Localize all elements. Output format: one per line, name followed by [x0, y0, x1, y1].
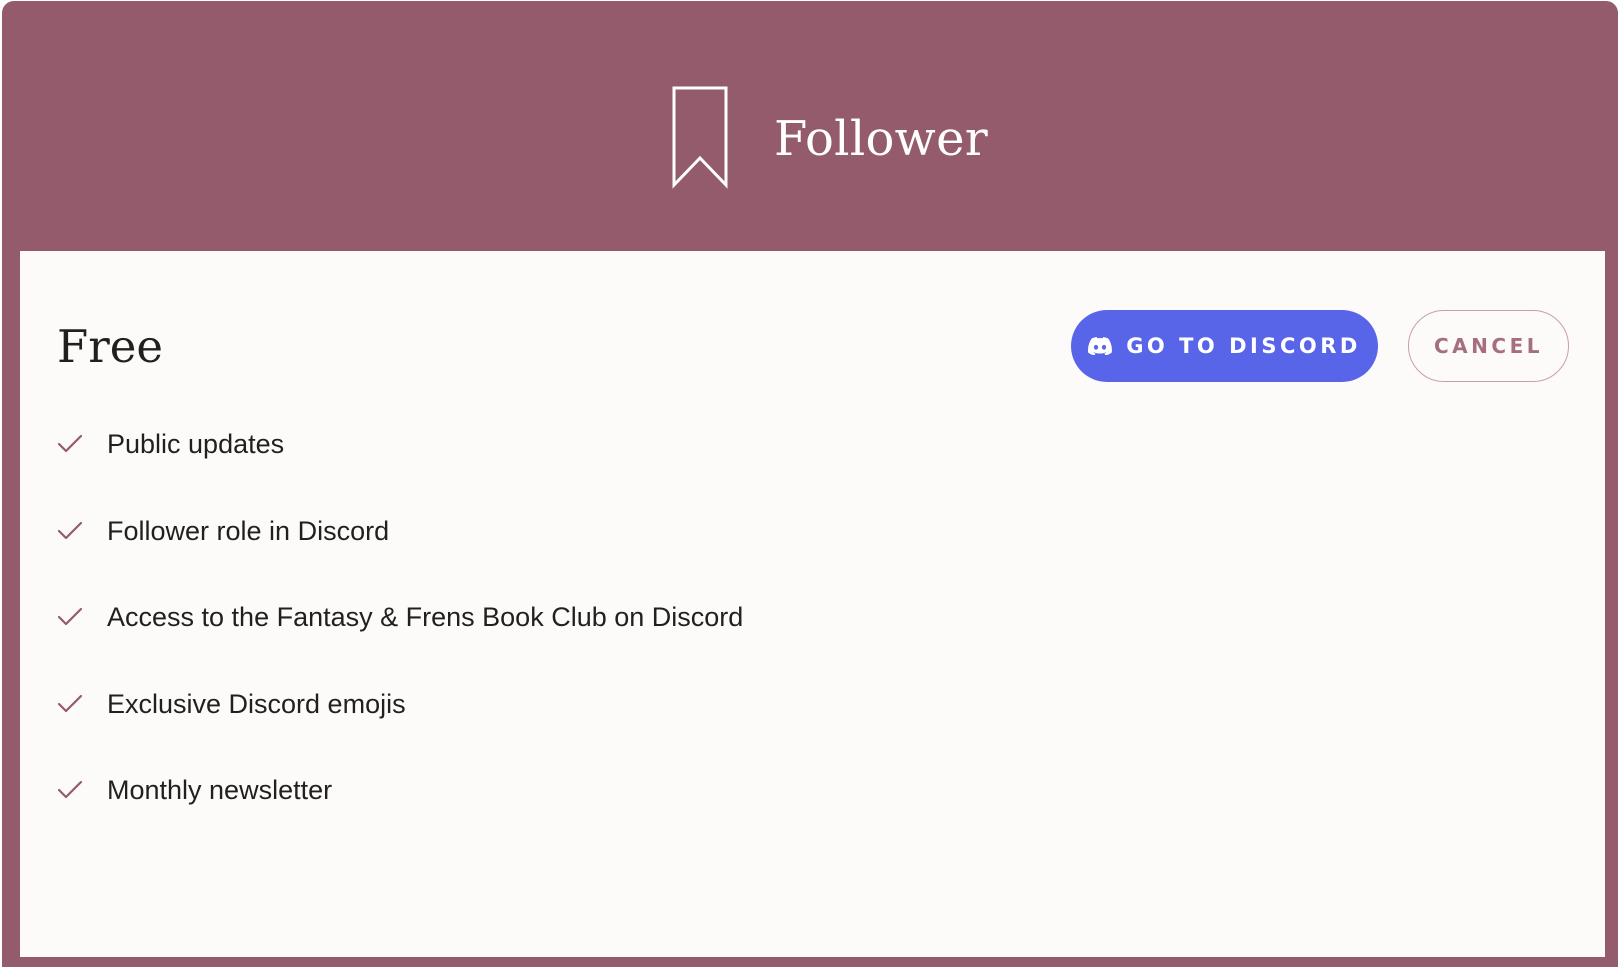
- benefit-label: Monthly newsletter: [107, 775, 333, 805]
- tier-details-panel: Free GO TO DISCORD CANCEL Public updates: [20, 251, 1605, 957]
- benefit-label: Exclusive Discord emojis: [107, 688, 406, 719]
- cancel-label: CANCEL: [1434, 334, 1543, 358]
- check-icon: [56, 430, 84, 458]
- check-icon: [56, 776, 84, 804]
- discord-icon: [1088, 337, 1113, 355]
- tier-card: Follower Free GO TO DISCORD CANCEL Publi…: [2, 1, 1618, 967]
- benefit-label: Public updates: [107, 429, 285, 459]
- bookmark-icon: [671, 85, 731, 189]
- tier-title: Follower: [774, 111, 989, 167]
- tier-price: Free: [57, 320, 163, 373]
- check-icon: [56, 690, 84, 718]
- benefit-label: Access to the Fantasy & Frens Book Club …: [107, 602, 744, 632]
- check-icon: [56, 517, 84, 545]
- tier-header: Follower: [2, 1, 1618, 251]
- cancel-button[interactable]: CANCEL: [1408, 310, 1569, 382]
- go-to-discord-button[interactable]: GO TO DISCORD: [1071, 310, 1378, 382]
- go-to-discord-label: GO TO DISCORD: [1126, 334, 1361, 358]
- benefit-label: Follower role in Discord: [107, 515, 390, 546]
- check-icon: [56, 603, 84, 631]
